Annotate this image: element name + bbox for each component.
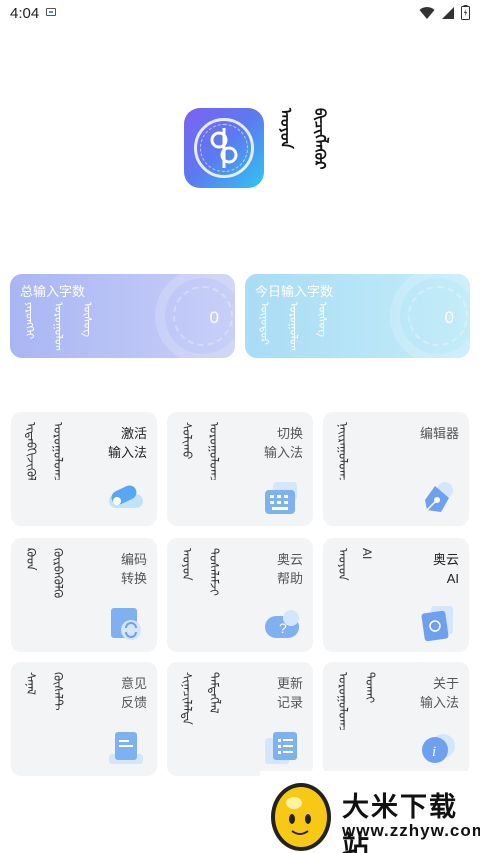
switch-ime-card[interactable]: ᠰᠣᠯᠢᠬᠤ ᠣᠷᠤᠭᠤᠯᠤᠭᠴᠢ 切换 输入法 (167, 412, 313, 526)
ai-card[interactable]: ᠠᠣᠶᠤᠨ AI 奥云 AI (323, 538, 469, 652)
total-input-mongol-label: ᠶᠡᠷᠦᠩᠬᠡᠢ ᠣᠷᠤᠭᠤᠯᠤᠭᠰᠠᠨ ᠦᠰᠦᠭ (23, 302, 93, 350)
egg-mascot-icon (271, 783, 331, 851)
app-name-line-1: ᠠᠣᠶᠤᠨ (277, 108, 294, 149)
today-input-mongol-label: ᠥᠨᠥᠳᠥᠷ ᠣᠷᠤᠭᠤᠯᠤᠭᠰᠠᠨ ᠦᠰᠦᠭ (258, 302, 328, 350)
logo-glyph-icon (210, 128, 238, 168)
code-convert-card[interactable]: ᠺᠣᠳ ᠬᠥᠷᠪᠡᠭᠦᠯᠬᠦ 编码 转换 (11, 538, 157, 652)
convert-icon (111, 608, 141, 640)
card-title: 激活 输入法 (107, 426, 147, 460)
today-input-value: 0 (444, 308, 454, 327)
watermark-url: www.zzhyw.com (342, 821, 480, 840)
app-name: ᠠᠣᠶᠤᠨ ᠪᠢᠴᠢᠭᠯᠡᠭᠦᠷ (272, 108, 332, 169)
watermark-title: 大米下载站 (342, 792, 458, 853)
app-logo (184, 108, 264, 188)
sim-card-icon (46, 8, 56, 16)
wifi-icon (419, 6, 435, 19)
activate-ime-card[interactable]: ᠢᠳᠡᠪᠬᠢᠵᠢᠭᠦᠯᠬᠦ ᠣᠷᠤᠭᠤᠯᠤᠭᠴᠢ 激活 输入法 (11, 412, 157, 526)
card-title: 编辑器 (419, 426, 459, 441)
card-title: 更新 记录 (276, 676, 303, 710)
status-bar: 4:04 (0, 0, 480, 28)
watermark: 大米下载站 www.zzhyw.com (260, 771, 480, 853)
ai-icon (421, 606, 453, 642)
battery-icon (461, 5, 470, 20)
toggle-icon (109, 485, 143, 508)
signal-icon (442, 6, 454, 19)
changelog-card[interactable]: ᠰᠢᠨᠡᠴᠢᠯᠡᠯᠲᠡ ᠲᠡᠮᠳᠡᠭᠯᠡᠯ 更新 记录 (167, 662, 313, 776)
total-input-label: 总输入字数 (20, 284, 86, 299)
editor-card[interactable]: ᠨᠠᠢᠷᠠᠭᠤᠯᠤᠭᠴᠢ 编辑器 (323, 412, 469, 526)
card-title: 奥云 帮助 (276, 552, 303, 586)
svg-text:i: i (432, 744, 436, 760)
today-input-count-card: 今日输入字数 ᠥᠨᠥᠳᠥᠷ ᠣᠷᠤᠭᠤᠯᠤᠭᠰᠠᠨ ᠦᠰᠦᠭ 0 (245, 274, 470, 358)
help-card[interactable]: ᠠᠣᠶᠤᠨ ᠲᠤᠰᠠᠯᠠᠮᠵᠢ 奥云 帮助 ? (167, 538, 313, 652)
total-input-value: 0 (209, 308, 219, 327)
list-icon (265, 732, 297, 764)
card-title: 关于 输入法 (419, 676, 459, 710)
keyboard-icon (265, 482, 297, 514)
pen-icon (425, 482, 453, 512)
about-card[interactable]: ᠣᠷᠤᠭᠤᠯᠤᠭᠴᠢ ᠲᠤᠬᠠᠢ 关于 输入法 i (323, 662, 469, 776)
card-title: 意见 反馈 (120, 676, 147, 710)
today-input-label: 今日输入字数 (255, 284, 334, 299)
card-title: 奥云 AI (432, 552, 459, 586)
app-name-line-2: ᠪᠢᠴᠢᠭᠯᠡᠭᠦᠷ (311, 108, 328, 170)
help-icon: ? (265, 610, 299, 638)
info-icon: i (422, 734, 455, 763)
status-time: 4:04 (10, 5, 40, 22)
status-icons (419, 5, 470, 20)
feedback-card[interactable]: ᠰᠠᠨᠠᠯ ᠬᠦᠰᠡᠯᠲ 意见 反馈 (11, 662, 157, 776)
card-title: 编码 转换 (120, 552, 147, 586)
card-title: 切换 输入法 (263, 426, 303, 460)
total-input-count-card: 总输入字数 ᠶᠡᠷᠦᠩᠬᠡᠢ ᠣᠷᠤᠭᠤᠯᠤᠭᠰᠠᠨ ᠦᠰᠦᠭ 0 (10, 274, 235, 358)
svg-text:?: ? (279, 620, 287, 636)
feedback-icon (109, 732, 143, 764)
